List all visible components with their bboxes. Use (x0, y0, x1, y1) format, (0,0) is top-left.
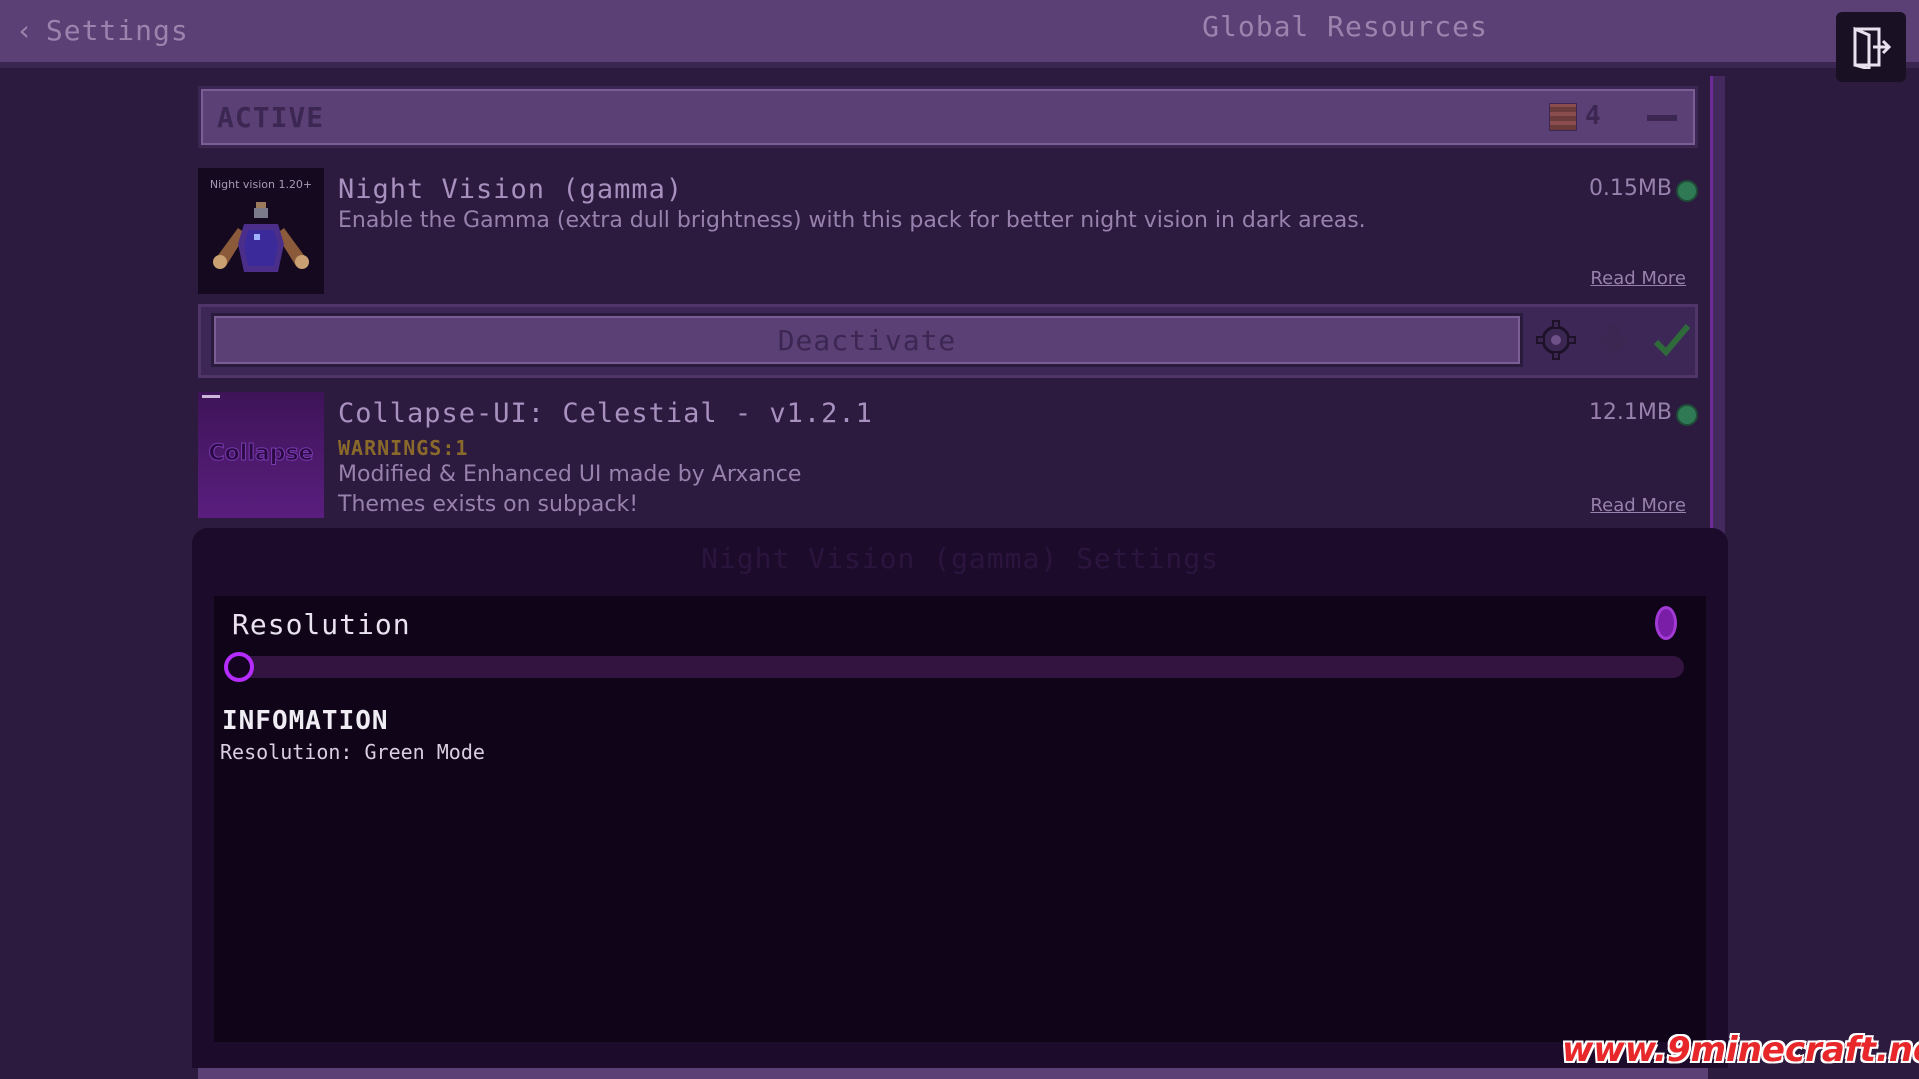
arrow-down-icon (1598, 324, 1630, 356)
info-text: Resolution: Green Mode (220, 740, 485, 764)
gear-icon (1536, 320, 1576, 360)
pack-settings-button[interactable] (1529, 313, 1583, 367)
list-scrollbar[interactable] (1710, 76, 1725, 536)
pack-settings-sheet: Night Vision (gamma) Settings Resolution… (192, 528, 1728, 1068)
resource-pack-list: ACTIVE 4 Night vision 1.20+ Night Vision… (198, 86, 1698, 522)
resolution-slider-thumb[interactable] (224, 652, 254, 682)
chevron-left-icon: ‹ (16, 13, 34, 47)
exit-button[interactable] (1836, 12, 1906, 82)
collapse-icon[interactable] (1647, 115, 1677, 121)
resolution-slider[interactable] (232, 656, 1684, 678)
settings-panel: Resolution INFOMATION Resolution: Green … (214, 596, 1706, 1042)
warnings-badge: WARNINGS:1 (338, 436, 469, 460)
move-down-button[interactable] (1587, 313, 1641, 367)
pack-thumbnail: Night vision 1.20+ (198, 168, 324, 294)
deactivate-button[interactable]: Deactivate (211, 313, 1523, 367)
back-label: Settings (45, 13, 189, 47)
sheet-title: Night Vision (gamma) Settings (701, 542, 1219, 575)
checkmark-icon (1653, 324, 1691, 357)
pack-description: Enable the Gamma (extra dull brightness)… (338, 208, 1366, 233)
thumb-logo: Collapse (209, 441, 314, 466)
pack-count-icon (1549, 103, 1577, 131)
exit-door-icon (1853, 26, 1892, 69)
active-check-button[interactable] (1645, 313, 1699, 367)
back-button[interactable]: ‹ Settings (16, 10, 189, 50)
pack-name: Night Vision (gamma) (338, 174, 684, 205)
watermark: www.9minecraft.net (1562, 1030, 1919, 1070)
read-more-link[interactable]: Read More (1590, 495, 1686, 516)
thumb-caption: Night vision 1.20+ (210, 178, 312, 191)
pack-name: Collapse-UI: Celestial - v1.2.1 (338, 398, 873, 429)
section-label: ACTIVE (217, 101, 325, 134)
pack-description-line-1: Modified & Enhanced UI made by Arxance (338, 462, 802, 487)
read-more-link[interactable]: Read More (1590, 268, 1686, 289)
pack-count: 4 (1585, 101, 1601, 131)
setting-indicator[interactable] (1655, 606, 1677, 640)
top-bar: ‹ Settings Global Resources (0, 0, 1919, 68)
pack-item-collapse-ui[interactable]: Collapse Collapse-UI: Celestial - v1.2.1… (198, 392, 1698, 522)
pack-description-line-2: Themes exists on subpack! (338, 492, 639, 517)
active-section-header[interactable]: ACTIVE 4 (198, 86, 1698, 148)
pack-size: 12.1MB (1588, 400, 1672, 425)
list-footer-strip (198, 1068, 1708, 1079)
page-title: Global Resources (1202, 10, 1488, 43)
status-dot-icon (1676, 404, 1698, 426)
info-title: INFOMATION (222, 706, 389, 736)
pack-thumbnail: Collapse (198, 392, 324, 518)
pack-item-night-vision[interactable]: Night vision 1.20+ Night Vision (gamma) … (198, 168, 1698, 298)
status-dot-icon (1676, 180, 1698, 202)
resolution-label: Resolution (232, 608, 411, 641)
pack-actions-bar: Deactivate (198, 304, 1698, 378)
pack-size: 0.15MB (1588, 176, 1672, 201)
